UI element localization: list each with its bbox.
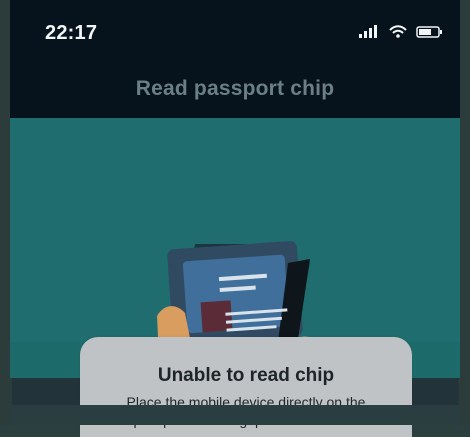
page-title: Read passport chip (135, 77, 335, 100)
bottom-overlay (10, 405, 460, 425)
top-nav-bar: Read passport chip (10, 60, 460, 118)
status-bar: 22:17 (10, 0, 460, 60)
battery-icon (416, 26, 442, 38)
status-time: 22:17 (45, 22, 98, 44)
signal-icon (359, 25, 377, 38)
error-title: Unable to read chip (157, 365, 335, 386)
wifi-icon (389, 25, 407, 38)
status-icons (358, 25, 446, 39)
